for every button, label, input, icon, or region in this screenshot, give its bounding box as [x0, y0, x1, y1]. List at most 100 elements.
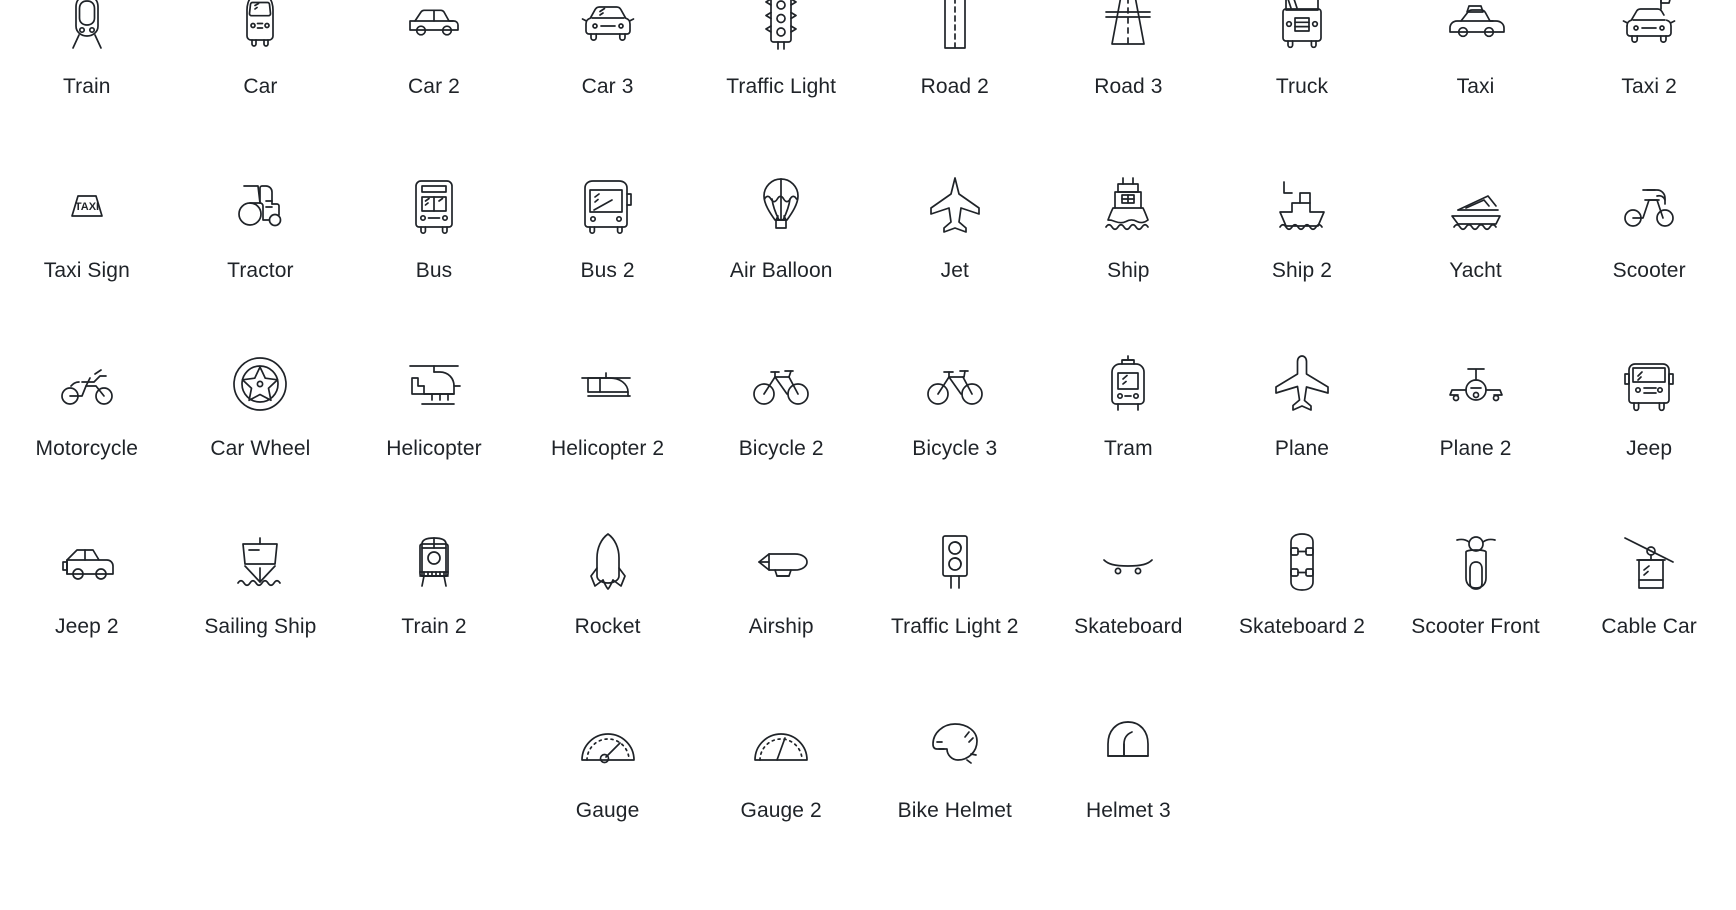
jet-icon	[907, 170, 1003, 242]
road-3-icon	[1080, 0, 1176, 58]
icon-cell-taxi-2[interactable]: Taxi 2	[1562, 0, 1736, 178]
jeep-2-icon	[39, 526, 135, 598]
icon-label: Truck	[1275, 75, 1329, 98]
skateboard-2-icon	[1254, 526, 1350, 598]
icon-cell-bicycle-3[interactable]: Bicycle 3	[868, 356, 1042, 534]
icon-cell-skateboard[interactable]: Skateboard	[1042, 534, 1216, 712]
icon-label: Rocket	[574, 615, 641, 638]
taxi-icon	[1428, 0, 1524, 58]
icon-cell-road-2[interactable]: Road 2	[868, 0, 1042, 178]
icon-cell-gauge[interactable]: Gauge	[521, 712, 695, 890]
icon-cell-train[interactable]: Train	[0, 0, 174, 178]
icon-cell-sailing-ship[interactable]: Sailing Ship	[174, 534, 348, 712]
icon-cell-cable-car[interactable]: Cable Car	[1562, 534, 1736, 712]
icon-cell-truck[interactable]: Truck	[1215, 0, 1389, 178]
icon-cell-jeep[interactable]: Jeep	[1562, 356, 1736, 534]
icon-label: Road 2	[920, 75, 989, 98]
ship-2-icon	[1254, 170, 1350, 242]
helmet-3-icon	[1080, 710, 1176, 782]
icon-cell-air-balloon[interactable]: Air Balloon	[694, 178, 868, 356]
icon-label: Taxi	[1456, 75, 1495, 98]
bicycle-2-icon	[733, 348, 829, 420]
icon-cell-helicopter[interactable]: Helicopter	[347, 356, 521, 534]
tram-icon	[1080, 348, 1176, 420]
icon-cell-ship[interactable]: Ship	[1042, 177, 1216, 356]
icon-cell-car-3[interactable]: Car 3	[521, 0, 695, 178]
icon-cell-car[interactable]: Car	[174, 0, 348, 178]
icon-cell-traffic-light[interactable]: Traffic Light	[694, 0, 868, 178]
icon-cell-bus[interactable]: Bus	[347, 178, 521, 356]
icon-grid: Train Car Car 2 Car 3 Traffic Light Road…	[0, 0, 1736, 910]
icon-cell-train-2[interactable]: Train 2	[347, 534, 521, 712]
yacht-icon	[1428, 170, 1524, 242]
car-wheel-icon	[212, 348, 308, 420]
icon-cell-helmet-3[interactable]: Helmet 3	[1042, 712, 1216, 890]
icon-label: Scooter	[1612, 259, 1686, 282]
icon-label: Plane	[1274, 437, 1330, 460]
icon-cell-car-wheel[interactable]: Car Wheel	[174, 356, 348, 534]
airship-icon	[733, 526, 829, 598]
icon-cell-jeep-2[interactable]: Jeep 2	[0, 534, 174, 712]
icon-label: Airship	[748, 615, 814, 638]
icon-cell-tractor[interactable]: Tractor	[174, 178, 348, 356]
icon-cell-helicopter-2[interactable]: Helicopter 2	[521, 356, 695, 534]
icon-cell-plane[interactable]: Plane	[1215, 355, 1389, 534]
icon-label: Air Balloon	[729, 259, 833, 282]
car-icon	[212, 0, 308, 58]
icon-label: Traffic Light 2	[890, 615, 1019, 638]
icon-label: Helicopter	[386, 437, 482, 460]
icon-label: Scooter Front	[1411, 615, 1540, 638]
icon-label: Skateboard	[1074, 615, 1183, 638]
icon-label: Tractor	[227, 259, 294, 282]
icon-label: Plane 2	[1439, 437, 1512, 460]
bus-icon	[386, 170, 482, 242]
icon-cell-taxi[interactable]: Taxi	[1389, 0, 1563, 178]
icon-label: Helicopter 2	[550, 437, 665, 460]
icon-cell-scooter[interactable]: Scooter	[1562, 178, 1736, 356]
icon-cell-yacht[interactable]: Yacht	[1389, 178, 1563, 356]
svg-text:TAXI: TAXI	[75, 201, 99, 213]
icon-cell-jet[interactable]: Jet	[868, 177, 1042, 356]
icon-cell-taxi-sign[interactable]: TAXI Taxi Sign	[0, 178, 174, 356]
icon-cell-plane-2[interactable]: Plane 2	[1389, 356, 1563, 534]
gauge-icon	[560, 710, 656, 782]
skateboard-icon	[1080, 526, 1176, 598]
traffic-light-2-icon	[907, 526, 1003, 598]
icon-cell-road-3[interactable]: Road 3	[1042, 0, 1216, 178]
icon-cell-motorcycle[interactable]: Motorcycle	[0, 356, 174, 534]
icon-label: Gauge	[575, 799, 640, 822]
plane-2-icon	[1428, 348, 1524, 420]
icon-cell-tram[interactable]: Tram	[1042, 355, 1216, 534]
jeep-icon	[1601, 348, 1697, 420]
plane-icon	[1254, 348, 1350, 420]
icon-label: Car 2	[408, 75, 460, 98]
car-3-icon	[560, 0, 656, 58]
icon-label: Bicycle 2	[738, 437, 824, 460]
icon-cell-traffic-light-2[interactable]: Traffic Light 2	[868, 534, 1042, 712]
icon-cell-bicycle-2[interactable]: Bicycle 2	[694, 356, 868, 534]
icon-cell-scooter-front[interactable]: Scooter Front	[1389, 534, 1563, 712]
sailing-ship-icon	[212, 526, 308, 598]
icon-label: Car Wheel	[210, 437, 311, 460]
road-2-icon	[907, 0, 1003, 58]
icon-cell-gauge-2[interactable]: Gauge 2	[694, 712, 868, 890]
icon-label: Yacht	[1449, 259, 1502, 282]
icon-label: Bike Helmet	[897, 799, 1012, 822]
icon-label: Taxi 2	[1621, 75, 1677, 98]
icon-cell-airship[interactable]: Airship	[694, 534, 868, 712]
icon-cell-bus-2[interactable]: Bus 2	[521, 178, 695, 356]
icon-cell-rocket[interactable]: Rocket	[521, 533, 695, 712]
icon-label: Bus	[415, 259, 453, 282]
bike-helmet-icon	[907, 710, 1003, 782]
icon-label: Gauge 2	[740, 799, 822, 822]
icon-cell-ship-2[interactable]: Ship 2	[1215, 178, 1389, 356]
icon-label: Skateboard 2	[1238, 615, 1366, 638]
icon-label: Traffic Light	[726, 75, 837, 98]
icon-cell-bike-helmet[interactable]: Bike Helmet	[868, 712, 1042, 890]
icon-label: Car	[243, 75, 278, 98]
icon-label: Motorcycle	[35, 437, 139, 460]
icon-cell-car-2[interactable]: Car 2	[347, 0, 521, 178]
icon-cell-skateboard-2[interactable]: Skateboard 2	[1215, 533, 1389, 712]
icon-label: Ship 2	[1271, 259, 1333, 282]
bicycle-3-icon	[907, 348, 1003, 420]
